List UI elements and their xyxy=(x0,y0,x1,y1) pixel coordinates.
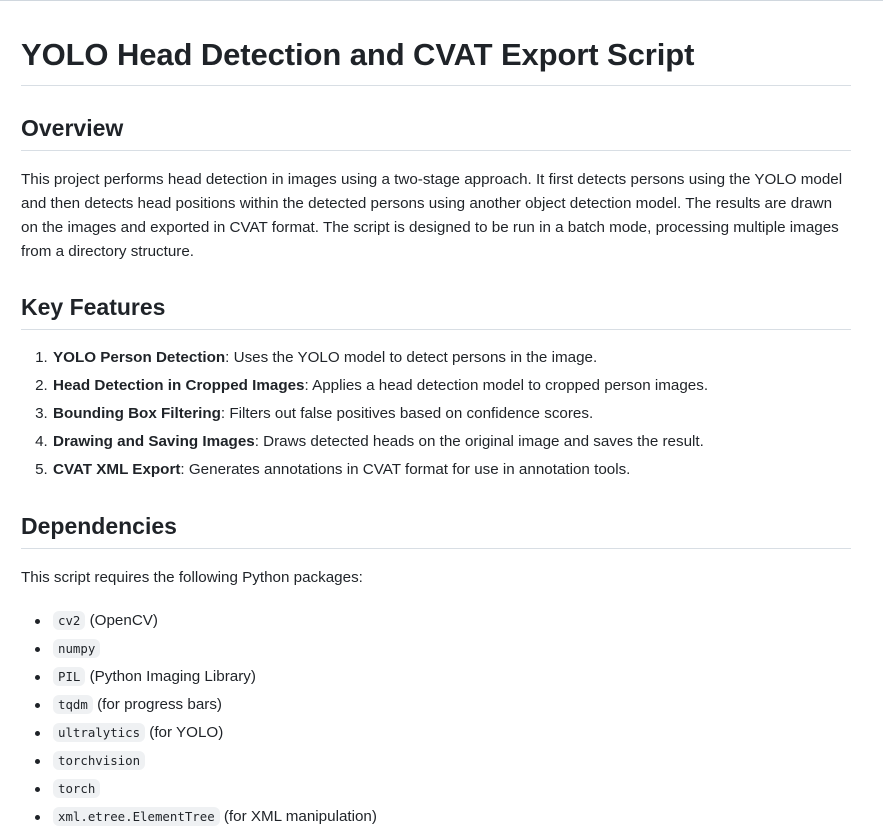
feature-description: : Draws detected heads on the original i… xyxy=(254,433,704,450)
feature-description: : Filters out false positives based on c… xyxy=(220,405,594,422)
package-note: (for XML manipulation) xyxy=(219,808,377,825)
bullet-icon xyxy=(35,759,40,764)
bullet-icon xyxy=(35,815,40,820)
package-note: (OpenCV) xyxy=(85,612,158,629)
feature-description: : Generates annotations in CVAT format f… xyxy=(180,461,631,478)
package-name: torch xyxy=(53,779,101,798)
list-item: YOLO Person Detection: Uses the YOLO mod… xyxy=(52,346,851,370)
readme-document: YOLO Head Detection and CVAT Export Scri… xyxy=(21,1,851,829)
list-item: cv2 (OpenCV) xyxy=(35,609,851,633)
feature-name: CVAT XML Export xyxy=(53,461,181,478)
list-item: PIL (Python Imaging Library) xyxy=(35,665,851,689)
overview-paragraph: This project performs head detection in … xyxy=(21,171,843,260)
bullet-icon xyxy=(35,675,40,680)
package-note: (for progress bars) xyxy=(92,696,222,713)
bullet-icon xyxy=(35,647,40,652)
package-name: ultralytics xyxy=(53,723,146,742)
list-item: torchvision xyxy=(35,749,851,773)
list-item: torch xyxy=(35,777,851,801)
list-item: Bounding Box Filtering: Filters out fals… xyxy=(52,402,851,426)
page-title: YOLO Head Detection and CVAT Export Scri… xyxy=(21,1,851,86)
bullet-icon xyxy=(35,731,40,736)
list-item: xml.etree.ElementTree (for XML manipulat… xyxy=(35,805,851,829)
package-name: cv2 xyxy=(53,611,86,630)
package-name: xml.etree.ElementTree xyxy=(53,807,220,826)
dependencies-intro: This script requires the following Pytho… xyxy=(21,569,363,586)
package-note: (for YOLO) xyxy=(145,724,224,741)
key-features-heading: Key Features xyxy=(21,292,851,330)
list-item: tqdm (for progress bars) xyxy=(35,693,851,717)
package-name: tqdm xyxy=(53,695,93,714)
list-item: Head Detection in Cropped Images: Applie… xyxy=(52,374,851,398)
dependencies-list: cv2 (OpenCV) numpy PIL (Python Imaging L… xyxy=(21,609,851,829)
bullet-icon xyxy=(35,619,40,624)
package-name: PIL xyxy=(53,667,86,686)
feature-name: Bounding Box Filtering xyxy=(53,405,221,422)
feature-name: Drawing and Saving Images xyxy=(53,433,255,450)
bullet-icon xyxy=(35,703,40,708)
dependencies-heading: Dependencies xyxy=(21,511,851,549)
feature-name: YOLO Person Detection xyxy=(53,349,226,366)
list-item: numpy xyxy=(35,637,851,661)
list-item: CVAT XML Export: Generates annotations i… xyxy=(52,458,851,482)
package-note: (Python Imaging Library) xyxy=(85,668,256,685)
package-name: torchvision xyxy=(53,751,146,770)
bullet-icon xyxy=(35,787,40,792)
overview-heading: Overview xyxy=(21,113,851,151)
key-features-list: YOLO Person Detection: Uses the YOLO mod… xyxy=(21,346,851,482)
feature-description: : Applies a head detection model to crop… xyxy=(304,377,709,394)
package-name: numpy xyxy=(53,639,101,658)
feature-description: : Uses the YOLO model to detect persons … xyxy=(225,349,598,366)
list-item: Drawing and Saving Images: Draws detecte… xyxy=(52,430,851,454)
feature-name: Head Detection in Cropped Images xyxy=(53,377,305,394)
list-item: ultralytics (for YOLO) xyxy=(35,721,851,745)
